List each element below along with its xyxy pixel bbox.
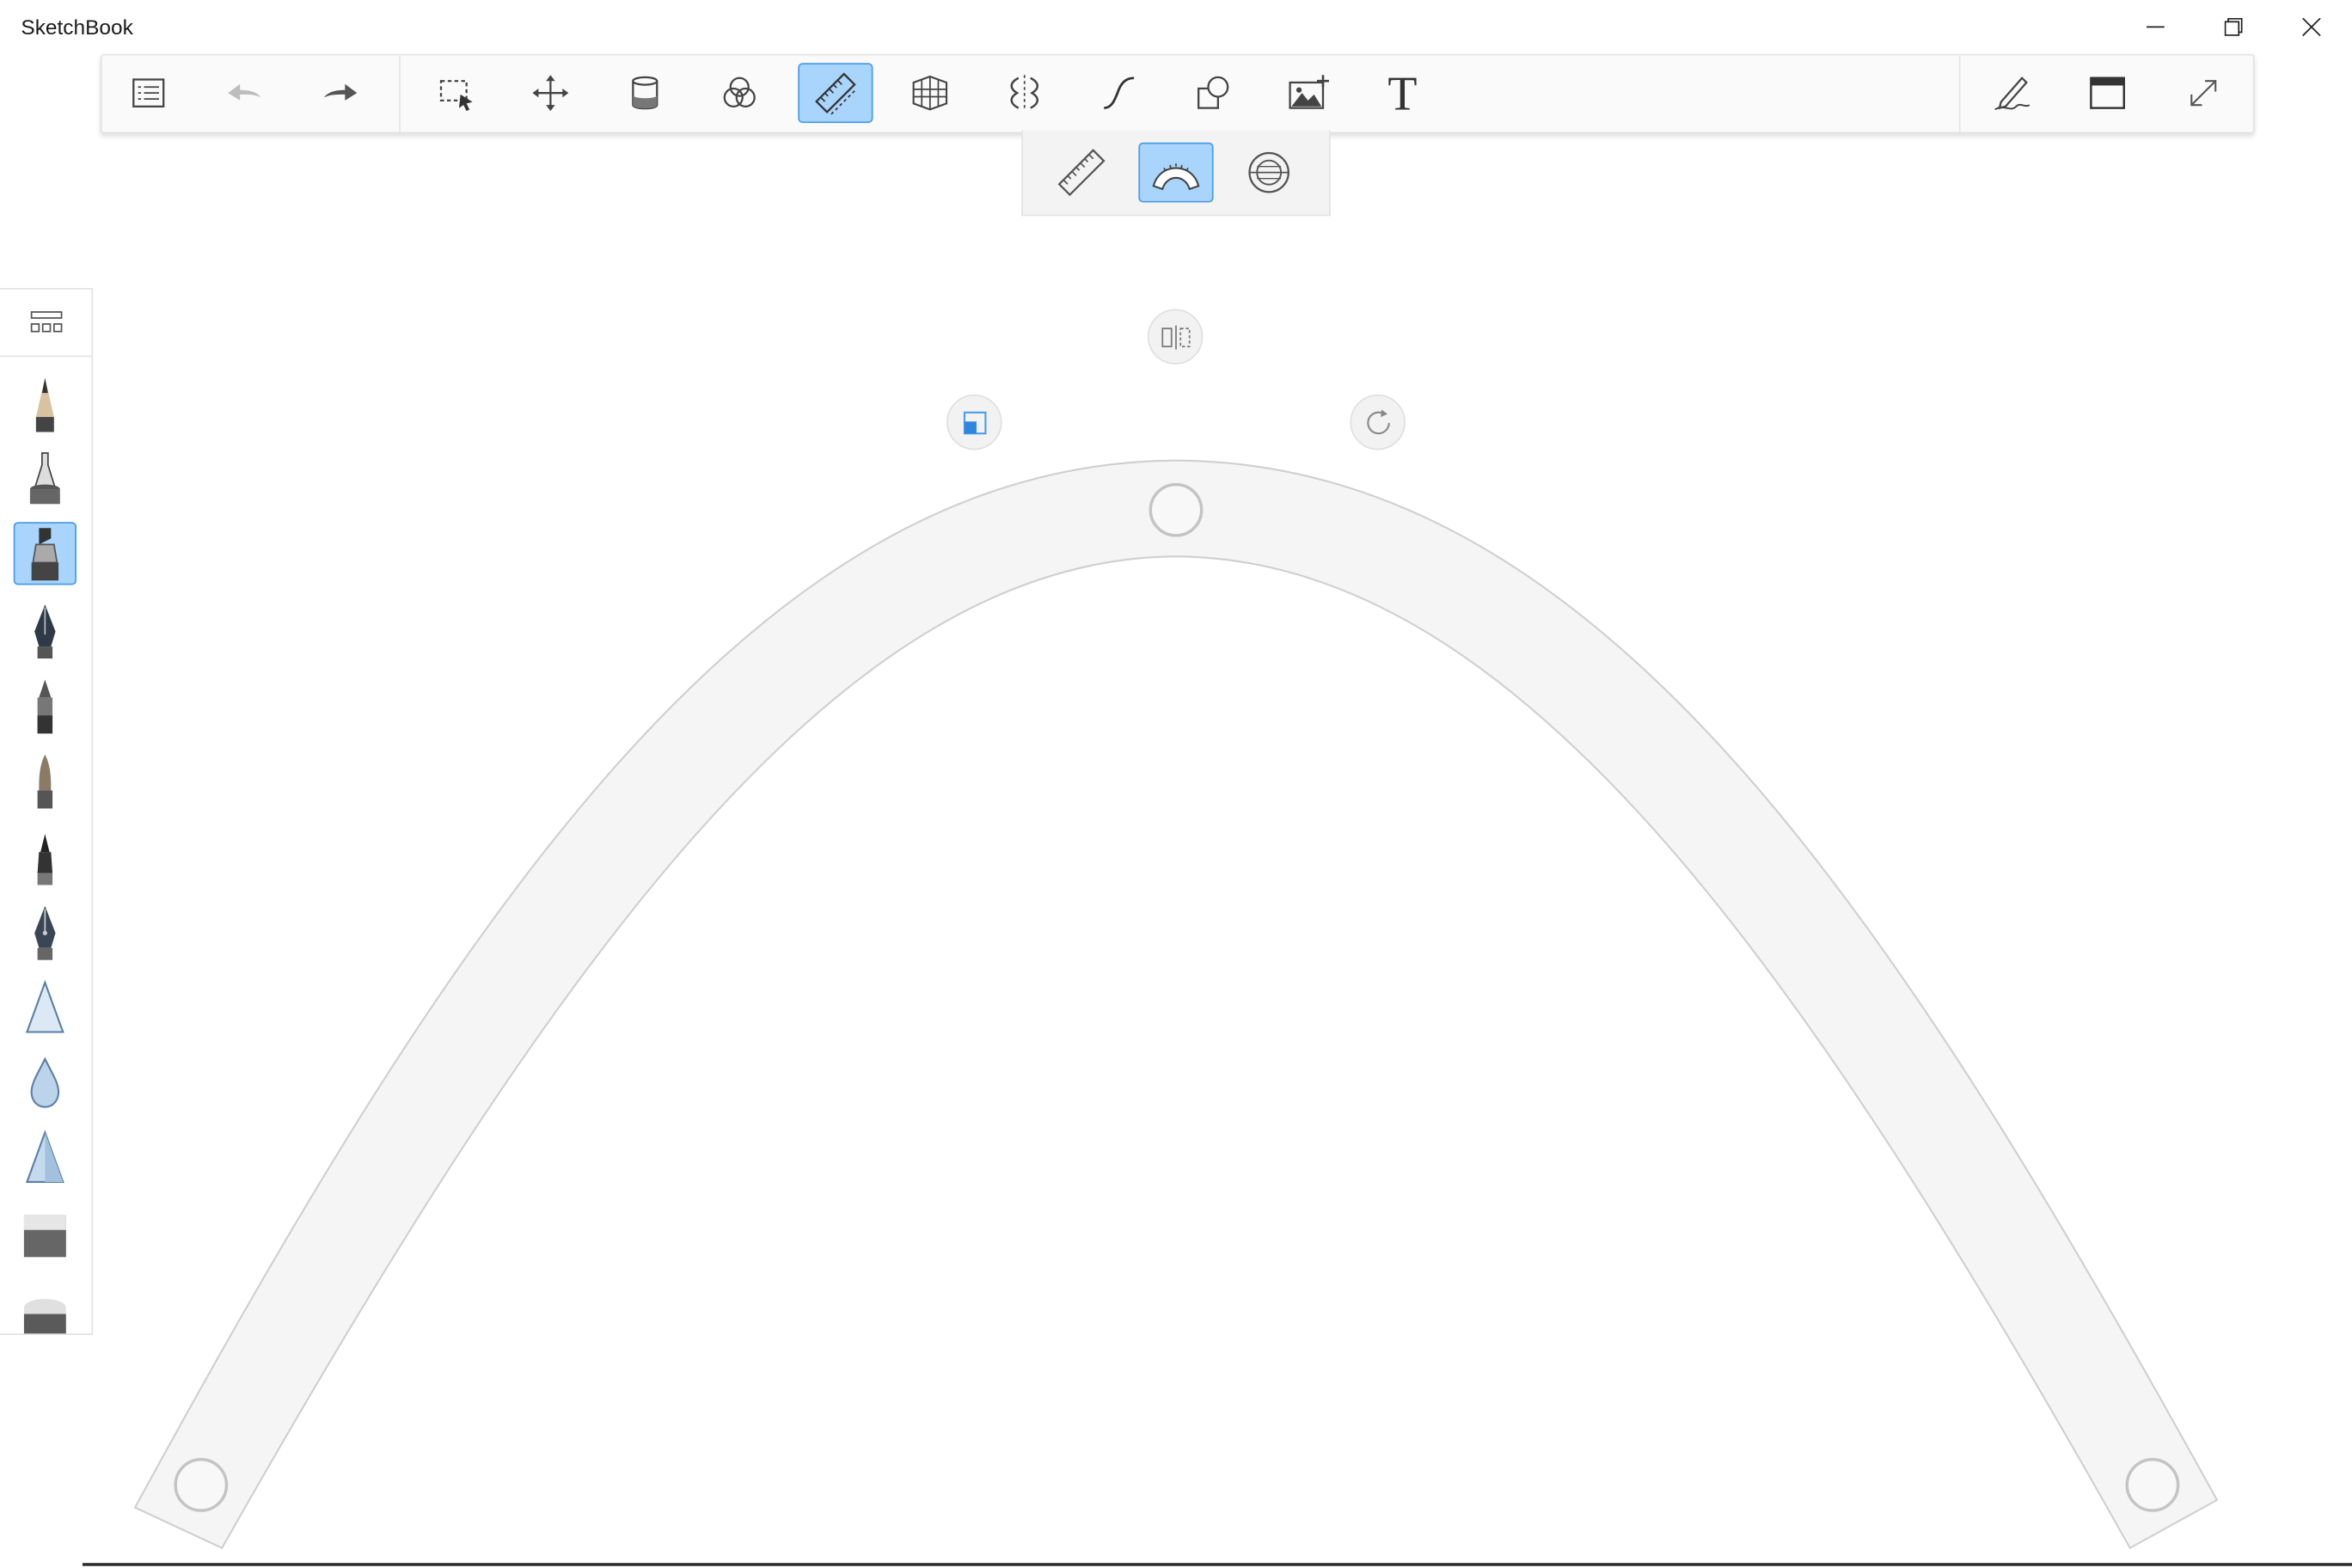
scale-guide-button[interactable] — [946, 394, 1002, 450]
brush-library-button[interactable] — [0, 290, 92, 358]
stroke-tool[interactable] — [1081, 63, 1156, 123]
minimize-button[interactable] — [2116, 0, 2195, 54]
curve-control-point-top[interactable] — [1148, 482, 1204, 537]
minimize-icon — [2146, 26, 2165, 28]
straight-ruler-icon — [1057, 149, 1106, 197]
main-toolbar: T — [100, 53, 2255, 134]
app-title: SketchBook — [21, 15, 133, 40]
pen-signature-icon — [1994, 77, 2030, 111]
ballpoint-brush[interactable] — [14, 675, 77, 738]
felt-tip-brush[interactable] — [14, 826, 77, 889]
toolbar-separator — [1958, 55, 1961, 132]
ballpoint-icon — [37, 679, 53, 734]
sharpen-brush[interactable] — [14, 1126, 77, 1189]
blur-brush[interactable] — [14, 1051, 77, 1114]
soft-eraser-icon — [23, 1299, 66, 1334]
ruler-options-bar — [1021, 130, 1331, 217]
list-icon — [132, 78, 165, 108]
transform-tool[interactable] — [513, 63, 588, 123]
shape-tool[interactable] — [1176, 63, 1251, 123]
move-arrows-icon — [532, 75, 569, 112]
restore-button[interactable] — [2195, 0, 2273, 54]
paintbrush-icon — [37, 754, 53, 809]
close-icon — [2302, 17, 2321, 36]
text-tool[interactable]: T — [1365, 63, 1440, 123]
ruler-icon — [815, 72, 858, 115]
ellipse-guide-button[interactable] — [1233, 143, 1305, 203]
smudge-brush[interactable] — [14, 977, 77, 1039]
curve-stroke-icon — [1104, 77, 1135, 110]
undo-icon — [228, 83, 261, 101]
rotate-icon — [1366, 408, 1389, 434]
undo-button[interactable] — [207, 63, 282, 123]
marker-brush[interactable] — [13, 522, 77, 585]
calligraphy-brush[interactable] — [14, 902, 77, 965]
perspective-grid-icon — [912, 75, 948, 111]
curve-control-point-left[interactable] — [174, 1458, 229, 1512]
canvas-bottom-edge — [82, 1563, 2352, 1566]
ink-pen-brush[interactable] — [14, 600, 77, 663]
toggle-interface-button[interactable] — [2070, 63, 2145, 123]
fill-tool[interactable] — [608, 63, 683, 123]
airbrush-icon — [29, 452, 60, 505]
restore-icon — [2224, 17, 2243, 36]
redo-button[interactable] — [303, 63, 377, 123]
close-button[interactable] — [2273, 0, 2351, 54]
symmetry-tool[interactable] — [987, 63, 1062, 123]
curve-control-point-right[interactable] — [2125, 1458, 2180, 1512]
expand-icon — [2190, 80, 2217, 107]
color-editor-tool[interactable] — [702, 63, 777, 123]
felt-tip-icon — [37, 834, 53, 885]
layer-list-button[interactable] — [111, 63, 186, 123]
soft-eraser-brush[interactable] — [14, 1279, 77, 1334]
rotate-guide-button[interactable] — [1350, 394, 1406, 450]
text-icon: T — [1387, 65, 1418, 120]
brush-palette — [0, 288, 94, 1335]
pencil-brush[interactable] — [14, 373, 77, 436]
french-curve-button[interactable] — [1138, 142, 1214, 203]
smudge-icon — [25, 979, 64, 1033]
perspective-tool[interactable] — [892, 63, 967, 123]
flip-icon — [1161, 324, 1190, 349]
french-curve-guide[interactable] — [133, 459, 2219, 1550]
paintbrush-brush[interactable] — [14, 750, 77, 812]
straight-ruler-button[interactable] — [1045, 143, 1118, 203]
ink-pen-icon — [34, 604, 56, 659]
fullscreen-button[interactable] — [2166, 63, 2241, 123]
airbrush-brush[interactable] — [14, 449, 77, 511]
blur-drop-icon — [30, 1057, 60, 1108]
pencil-icon — [35, 377, 54, 432]
flip-guide-button[interactable] — [1147, 309, 1204, 365]
hard-eraser-icon — [23, 1215, 66, 1258]
symmetry-icon — [1010, 75, 1039, 112]
sharpen-icon — [25, 1130, 64, 1184]
paint-bucket-icon — [632, 76, 658, 110]
french-curve-icon — [1152, 163, 1200, 191]
drawing-canvas[interactable] — [0, 0, 2352, 1567]
add-image-icon — [1289, 75, 1329, 109]
toolbar-separator — [399, 55, 401, 132]
brush-library-icon — [29, 311, 62, 333]
calligraphy-icon — [34, 905, 56, 960]
scale-icon — [963, 410, 986, 434]
add-image-tool[interactable] — [1271, 63, 1345, 123]
title-bar: SketchBook — [0, 0, 2352, 54]
predictive-stroke-button[interactable] — [1974, 63, 2049, 123]
shapes-icon — [1197, 76, 1229, 109]
redo-icon — [323, 83, 358, 101]
ruler-tool[interactable] — [798, 63, 873, 124]
ellipse-guide-icon — [1248, 151, 1290, 193]
marquee-select-icon — [439, 80, 473, 112]
color-circles-icon — [723, 77, 756, 108]
window-icon — [2090, 77, 2125, 109]
hard-eraser-brush[interactable] — [14, 1204, 77, 1267]
selection-tool[interactable] — [419, 63, 493, 123]
marker-icon — [31, 528, 59, 581]
